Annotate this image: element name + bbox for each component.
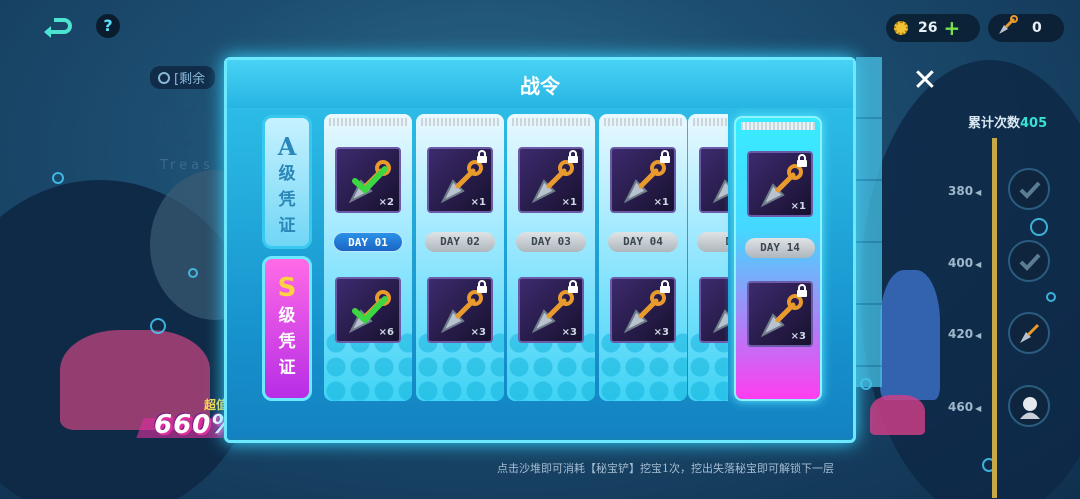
tier-s-reward-item[interactable]: ×3 [518, 277, 584, 343]
tier-s-reward-item[interactable]: ×6 [335, 277, 401, 343]
check-icon [352, 166, 388, 195]
day-column: ×1 DAY 14 ×3 [734, 116, 822, 401]
lock-icon [477, 280, 487, 293]
reward-quantity: ×2 [378, 197, 394, 208]
day-label: DAY 04 [608, 232, 678, 252]
reward-quantity: ×3 [470, 327, 486, 338]
progress-reward-shovel[interactable] [1008, 312, 1050, 354]
progress-reward-claimed[interactable] [1008, 168, 1050, 210]
modal-side-strip [856, 57, 882, 387]
day-label: DAY 02 [425, 232, 495, 252]
progress-tick: 380 [948, 184, 981, 198]
shovel-counter: 0 [988, 14, 1064, 42]
day-label: DAY 14 [745, 238, 815, 258]
progress-tick: 400 [948, 256, 981, 270]
day-column: ×2 DAY 01 ×6 [324, 114, 412, 401]
help-button[interactable]: ? [96, 14, 120, 38]
lock-icon [660, 150, 670, 163]
event-subtitle: Treas [160, 158, 214, 173]
reward-quantity: ×6 [378, 327, 394, 338]
tier-a-reward-item[interactable] [699, 147, 728, 213]
remaining-time-label: [剩余 [150, 66, 216, 89]
day-column: ×1 DAY 04 ×3 [599, 114, 687, 401]
tier-a-label: A 级 凭 证 [262, 115, 312, 249]
event-title: 虹 [150, 103, 196, 154]
day-column: ×1 DAY 02 ×3 [416, 114, 504, 401]
day-label: DAY 03 [516, 232, 586, 252]
shovel-icon [712, 179, 728, 204]
progress-track [992, 138, 997, 498]
reward-quantity: ×1 [790, 201, 806, 212]
check-icon [1019, 253, 1041, 271]
lock-icon [477, 150, 487, 163]
day-column: ×1 DAY 03 ×3 [507, 114, 595, 401]
shovel-icon [1020, 323, 1040, 343]
day-label: DAY 01 [333, 232, 403, 252]
lock-icon [797, 284, 807, 297]
back-button[interactable] [42, 14, 72, 38]
modal-title: 战令 [520, 74, 560, 98]
check-icon [352, 296, 388, 325]
tier-a-reward-item[interactable]: ×1 [610, 147, 676, 213]
dig-hint-text: 点击沙堆即可消耗【秘宝铲】挖宝1次，挖出失落秘宝即可解锁下一层 [497, 462, 834, 475]
lock-icon [660, 280, 670, 293]
partial-day-column: DA [688, 114, 728, 401]
tier-a-reward-item[interactable]: ×1 [518, 147, 584, 213]
check-icon [1019, 181, 1041, 199]
accumulate-counter: 累计次数405 [968, 116, 1048, 131]
coin-count: 26 [918, 20, 938, 36]
shovel-count: 0 [1032, 20, 1042, 36]
tier-a-reward-item[interactable]: ×1 [427, 147, 493, 213]
reward-quantity: ×3 [790, 331, 806, 342]
tier-s-reward-item[interactable]: ×3 [427, 277, 493, 343]
tier-s-reward-item[interactable]: ×3 [747, 281, 813, 347]
reward-quantity: ×3 [561, 327, 577, 338]
progress-reward-character[interactable] [1008, 385, 1050, 427]
progress-reward-claimed[interactable] [1008, 240, 1050, 282]
tier-a-reward-item[interactable]: ×2 [335, 147, 401, 213]
reward-quantity: ×3 [653, 327, 669, 338]
tier-s-reward-item[interactable]: ×3 [610, 277, 676, 343]
day-column: DA [688, 114, 728, 401]
progress-tick: 460 [948, 400, 981, 414]
character-portrait-icon [1020, 397, 1040, 419]
lock-icon [568, 150, 578, 163]
reward-quantity: ×1 [653, 197, 669, 208]
tier-a-reward-item[interactable]: ×1 [747, 151, 813, 217]
add-coin-button[interactable]: + [943, 18, 960, 38]
shovel-icon [996, 15, 1018, 41]
back-arrow-icon [44, 18, 72, 38]
reward-quantity: ×1 [470, 197, 486, 208]
shovel-icon [712, 309, 728, 334]
tier-s-label: S 级 凭 证 [262, 256, 312, 401]
tier-s-reward-item[interactable] [699, 277, 728, 343]
day-label: DA [697, 232, 728, 252]
close-button[interactable]: ✕ [908, 64, 942, 98]
gear-coin-icon [894, 21, 908, 35]
progress-tick: 420 [948, 327, 981, 341]
modal-header: 战令 [227, 60, 853, 108]
coin-counter: 26 + [886, 14, 980, 42]
reward-quantity: ×1 [561, 197, 577, 208]
lock-icon [568, 280, 578, 293]
lock-icon [797, 154, 807, 167]
